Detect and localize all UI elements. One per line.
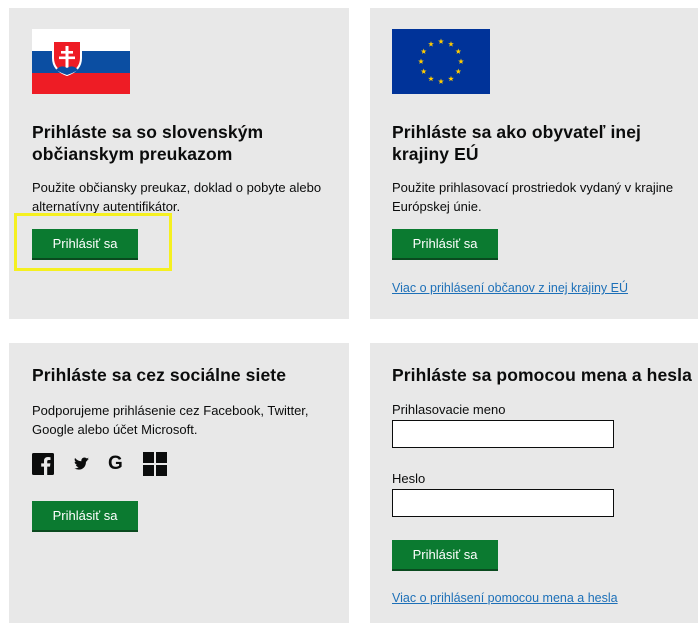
- microsoft-icon: [143, 452, 167, 476]
- facebook-icon: [32, 453, 54, 475]
- eu-star: [455, 68, 462, 74]
- password-login-info-link[interactable]: Viac o prihlásení pomocou mena a hesla: [392, 591, 618, 605]
- password-label: Heslo: [392, 471, 426, 486]
- password-input[interactable]: [392, 489, 614, 517]
- password-card-title: Prihláste sa pomocou mena a hesla: [392, 365, 692, 385]
- social-card-description: Podporujeme prihlásenie cez Facebook, Tw…: [32, 403, 309, 437]
- eu-star: [438, 78, 444, 84]
- eu-star: [420, 68, 427, 74]
- slovak-flag-icon: [32, 29, 130, 94]
- social-card-title: Prihláste sa cez sociálne siete: [32, 365, 287, 385]
- eu-login-button[interactable]: Prihlásiť sa: [392, 229, 498, 258]
- social-login-button[interactable]: Prihlásiť sa: [32, 501, 138, 530]
- eu-flag-icon: [392, 29, 490, 94]
- eu-card-description: Použite prihlasovací prostriedok vydaný …: [392, 180, 674, 214]
- username-input[interactable]: [392, 420, 614, 448]
- eu-star: [420, 48, 427, 54]
- eu-star: [455, 48, 462, 54]
- twitter-icon: [74, 457, 89, 470]
- password-login-button[interactable]: Prihlásiť sa: [392, 540, 498, 569]
- slovak-login-button[interactable]: Prihlásiť sa: [32, 229, 138, 258]
- username-label: Prihlasovacie meno: [392, 402, 506, 417]
- slovak-card-title: Prihláste sa so slovenským občianskym pr…: [32, 122, 264, 164]
- eu-star: [458, 58, 464, 64]
- eu-star: [448, 75, 454, 82]
- eu-card-title: Prihláste sa ako obyvateľ inej krajiny E…: [392, 122, 642, 164]
- slovak-card-description: Použite občiansky preukaz, doklad o poby…: [32, 180, 322, 214]
- eu-star: [438, 38, 444, 44]
- eu-star: [418, 58, 424, 64]
- eu-star: [448, 41, 454, 47]
- google-icon: G: [108, 453, 123, 474]
- eu-login-info-link[interactable]: Viac o prihlásení občanov z inej krajiny…: [392, 281, 628, 295]
- eu-star: [428, 75, 434, 82]
- eu-star: [428, 41, 434, 47]
